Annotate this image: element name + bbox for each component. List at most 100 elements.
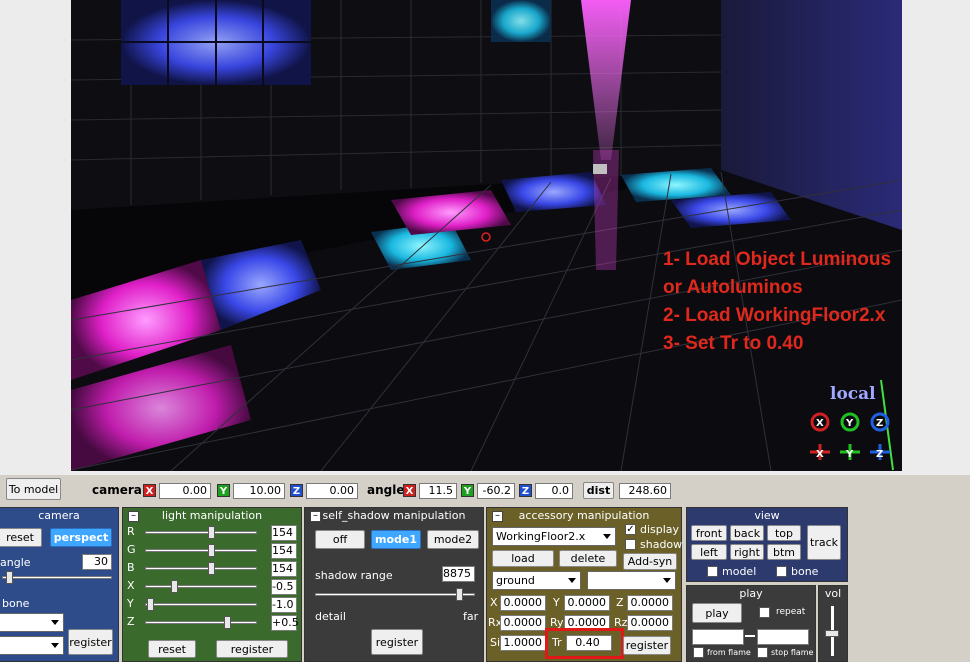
3d-scene-view[interactable]: 1- Load Object Luminous or Autoluminos 2… (71, 0, 902, 471)
view-left-button[interactable]: left (691, 544, 727, 560)
acc-z-label: Z (616, 596, 624, 609)
camera-angle-slider-thumb[interactable] (6, 571, 13, 584)
dist-field[interactable]: 248.60 (619, 483, 671, 499)
accessory-register-button[interactable]: register (623, 636, 671, 655)
view-bone-checkbox[interactable] (776, 566, 787, 577)
view-panel-title: view (754, 509, 780, 522)
shadow-mode1-button[interactable]: mode1 (371, 530, 421, 549)
light-b-slider-thumb[interactable] (208, 562, 215, 575)
view-track-button[interactable]: track (807, 525, 841, 560)
acc-rx-field[interactable]: 0.0000 (500, 615, 546, 631)
light-r-slider-track[interactable] (145, 531, 257, 534)
light-reset-button[interactable]: reset (148, 640, 196, 658)
view-btm-button[interactable]: btm (767, 544, 801, 560)
shadow-mode2-button[interactable]: mode2 (427, 530, 479, 549)
instruction-line-3: 2- Load WorkingFloor2.x (663, 305, 886, 326)
from-flame-field[interactable] (692, 629, 744, 645)
acc-y-label: Y (553, 596, 560, 609)
light-y-slider-track[interactable] (145, 603, 257, 606)
volume-slider-thumb[interactable] (825, 630, 839, 637)
collapse-icon[interactable]: – (128, 511, 139, 522)
add-syn-button[interactable]: Add-syn (623, 553, 677, 570)
acc-si-field[interactable]: 1.0000 (500, 635, 546, 651)
camera-reset-button[interactable]: reset (0, 528, 42, 547)
parent-model-value: ground (496, 574, 535, 587)
light-x-slider-track[interactable] (145, 585, 257, 588)
repeat-checkbox[interactable] (759, 607, 770, 618)
camera-y-field[interactable]: 10.00 (233, 483, 285, 499)
shadow-range-slider-thumb[interactable] (455, 588, 463, 601)
angle-x-field[interactable]: 11.5 (419, 483, 457, 499)
accessory-shadow-label: shadow (640, 538, 683, 551)
to-model-button[interactable]: To model (6, 478, 61, 500)
light-b-slider-track[interactable] (145, 567, 257, 570)
range-dash (745, 635, 755, 637)
accessory-load-button[interactable]: load (492, 550, 554, 567)
light-y-field[interactable]: -1.0 (271, 597, 297, 613)
stop-flame-field[interactable] (757, 629, 809, 645)
parent-bone-select[interactable] (587, 571, 676, 590)
view-top-button[interactable]: top (767, 525, 801, 541)
camera-angle-field[interactable]: 30 (82, 554, 112, 570)
perspect-button[interactable]: perspect (50, 528, 112, 547)
parent-model-select[interactable]: ground (492, 571, 581, 590)
acc-x-label: X (490, 596, 498, 609)
light-x-field[interactable]: -0.5 (271, 579, 297, 595)
acc-z-field[interactable]: 0.0000 (627, 595, 673, 611)
dist-button[interactable]: dist (583, 482, 614, 499)
axis-gizmo[interactable]: X Y Z X Y Z (807, 410, 897, 466)
play-button[interactable]: play (692, 603, 742, 623)
acc-x-field[interactable]: 0.0000 (500, 595, 546, 611)
display-checkbox[interactable]: ✓ (625, 524, 636, 535)
camera-model-select[interactable] (0, 613, 64, 632)
light-y-slider-thumb[interactable] (147, 598, 155, 611)
shadow-range-slider-track[interactable] (315, 593, 475, 596)
acc-y-field[interactable]: 0.0000 (564, 595, 610, 611)
view-back-button[interactable]: back (730, 525, 764, 541)
camera-register-button[interactable]: register (68, 629, 113, 655)
light-b-field[interactable]: 154 (271, 561, 297, 577)
shadow-checkbox[interactable] (625, 539, 636, 550)
camera-bone-select[interactable] (0, 636, 64, 655)
camera-angle-slider-track[interactable] (2, 576, 112, 579)
view-model-checkbox[interactable] (707, 566, 718, 577)
camera-x-field[interactable]: 0.00 (159, 483, 211, 499)
angle-z-field[interactable]: 0.0 (535, 483, 573, 499)
light-g-field[interactable]: 154 (271, 543, 297, 559)
angle-z-axis-label: Z (519, 484, 532, 497)
rotation-gizmo-icon[interactable]: X Y Z X Y Z (807, 410, 897, 466)
light-r-slider-thumb[interactable] (208, 526, 215, 539)
gizmo-move-x-label: X (816, 449, 824, 460)
angle-y-field[interactable]: -60.2 (477, 483, 515, 499)
camera-label: camera (92, 483, 142, 497)
light-x-label: X (127, 579, 135, 592)
acc-rz-field[interactable]: 0.0000 (627, 615, 673, 631)
light-g-slider-track[interactable] (145, 549, 257, 552)
light-x-slider-thumb[interactable] (171, 580, 179, 593)
light-register-button[interactable]: register (216, 640, 288, 658)
shadow-off-button[interactable]: off (315, 530, 365, 549)
repeat-label: repeat (776, 607, 806, 617)
view-right-button[interactable]: right (730, 544, 764, 560)
light-z-field[interactable]: +0.5 (271, 615, 299, 631)
accessory-select[interactable]: WorkingFloor2.x (492, 527, 616, 546)
accessory-delete-button[interactable]: delete (559, 550, 617, 567)
light-g-slider-thumb[interactable] (208, 544, 215, 557)
collapse-icon[interactable]: – (310, 511, 321, 522)
light-z-slider-thumb[interactable] (223, 616, 231, 629)
collapse-icon[interactable]: – (492, 511, 503, 522)
display-label: display (640, 523, 680, 536)
view-front-button[interactable]: front (691, 525, 727, 541)
shadow-register-button[interactable]: register (371, 629, 423, 655)
light-r-field[interactable]: 154 (271, 525, 297, 541)
light-z-slider-track[interactable] (145, 621, 257, 624)
shadow-range-field[interactable]: 8875 (442, 566, 475, 582)
light-r-label: R (127, 525, 135, 538)
from-flame-label: from flame (707, 648, 751, 657)
from-flame-checkbox[interactable] (693, 647, 704, 658)
stop-flame-checkbox[interactable] (757, 647, 768, 658)
accessory-manipulation-panel: accessory manipulation – WorkingFloor2.x… (486, 507, 682, 662)
camera-z-field[interactable]: 0.00 (306, 483, 358, 499)
accessory-panel-title: accessory manipulation (518, 509, 650, 522)
acc-tr-field[interactable]: 0.40 (566, 635, 612, 651)
